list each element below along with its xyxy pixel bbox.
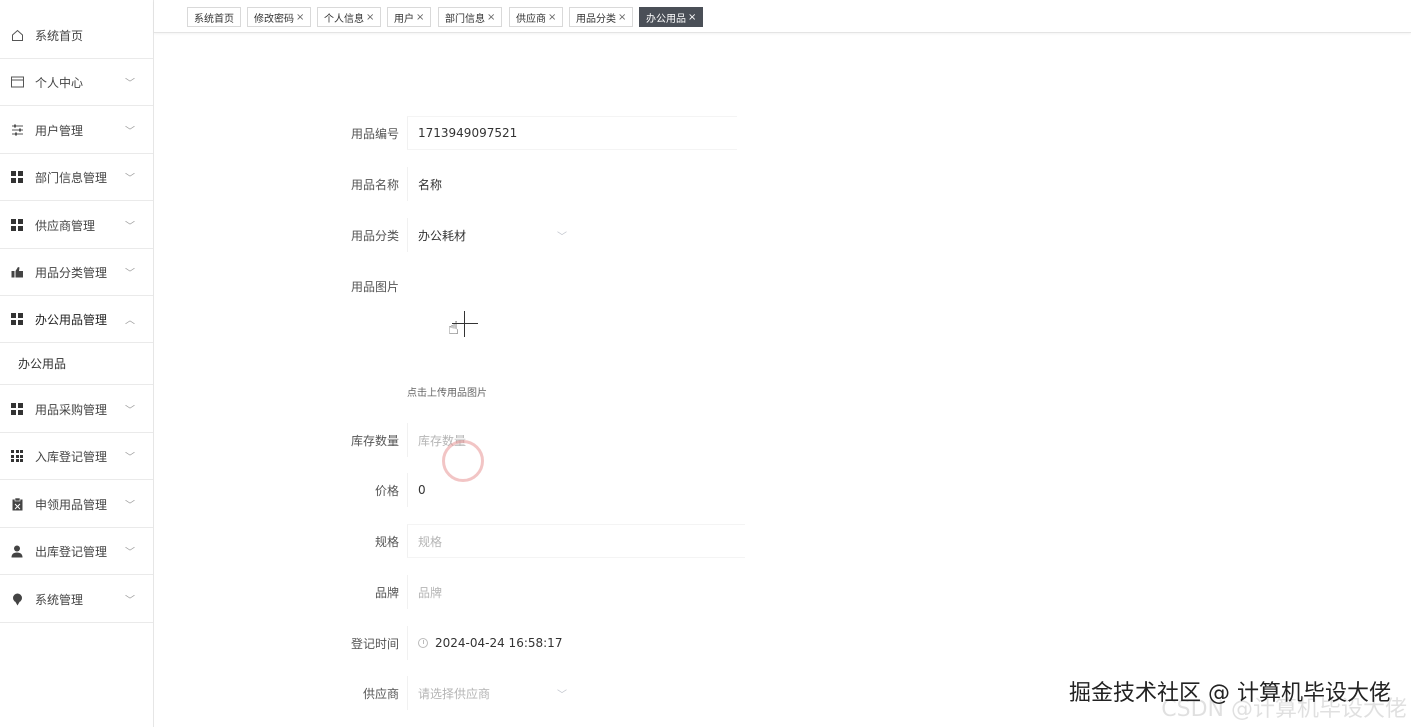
user-icon [10,544,24,558]
sidebar-item-label: 个人中心 [35,75,84,90]
sidebar-item-label: 用品分类管理 [35,265,108,280]
chevron-down-icon: ﹀ [125,268,135,280]
sliders-icon [10,123,24,137]
sidebar-item-inbound[interactable]: 入库登记管理 ﹀ [0,433,153,480]
tab-label: 个人信息 [324,13,364,25]
chevron-down-icon: ﹀ [125,173,135,185]
brand-input[interactable]: 品牌 [407,575,745,609]
tab-label: 部门信息 [445,13,485,25]
chevron-down-icon: ﹀ [557,231,567,243]
name-input[interactable]: 名称 [407,167,737,201]
field-label: 供应商 [362,686,399,701]
tab-change-password[interactable]: 修改密码 × [247,7,312,27]
clock-icon [418,638,428,648]
sidebar-item-label: 用品采购管理 [35,402,108,417]
chevron-down-icon: ﹀ [125,500,135,512]
tab-category[interactable]: 用品分类 × [569,7,634,27]
sidebar-item-label: 用户管理 [35,123,84,138]
close-icon[interactable]: × [296,12,304,23]
sidebar: 系统首页 个人中心 ﹀ 用户管理 ﹀ 部门信息管理 ﹀ 供应商管理 ﹀ 用品分类… [0,0,154,727]
close-icon[interactable]: × [366,12,374,23]
field-label: 价格 [374,483,399,498]
sidebar-item-category[interactable]: 用品分类管理 ﹀ [0,249,153,296]
chevron-down-icon: ﹀ [125,405,135,417]
category-select[interactable]: 办公耗材 ﹀ [407,218,567,252]
pin-icon [10,592,24,606]
tab-personal-info[interactable]: 个人信息 × [317,7,382,27]
tab-home[interactable]: 系统首页 [187,7,241,27]
tab-label: 系统首页 [194,13,234,25]
sidebar-item-user-management[interactable]: 用户管理 ﹀ [0,107,153,154]
tab-user[interactable]: 用户 × [387,7,432,27]
field-label: 用品图片 [350,279,399,294]
sidebar-item-label: 办公用品管理 [35,312,108,327]
tab-label: 用户 [394,13,414,25]
chevron-up-icon: ︿ [125,315,135,327]
chevron-down-icon: ﹀ [125,126,135,138]
field-label: 登记时间 [350,636,399,651]
home-icon [10,28,24,42]
grid-icon [10,312,24,326]
hand-cursor-icon: ☝ [448,318,459,339]
tab-bar: 系统首页 修改密码 × 个人信息 × 用户 × 部门信息 × 供应商 × 用品分类 × 办公… [154,0,1411,33]
thumb-icon [10,265,24,279]
tab-label: 供应商 [516,13,546,25]
sidebar-item-label: 申领用品管理 [35,497,108,512]
close-icon[interactable]: × [688,12,696,23]
sidebar-subitem-office-supplies[interactable]: 办公用品 [0,343,153,385]
sidebar-item-department[interactable]: 部门信息管理 ﹀ [0,154,153,201]
sidebar-item-label: 办公用品 [18,357,67,371]
code-input[interactable]: 1713949097521 [407,116,737,150]
stock-input[interactable]: 库存数量 [407,423,567,457]
sidebar-item-label: 系统首页 [35,28,84,43]
sidebar-item-label: 入库登记管理 [35,449,108,464]
close-icon[interactable]: × [548,12,556,23]
sidebar-item-label: 系统管理 [35,592,84,607]
chevron-down-icon: ﹀ [125,452,135,464]
sidebar-item-home[interactable]: 系统首页 [0,12,153,59]
tab-supplier[interactable]: 供应商 × [509,7,564,27]
grid-icon [10,218,24,232]
sidebar-item-label: 出库登记管理 [35,544,108,559]
sidebar-item-office-supplies-management[interactable]: 办公用品管理 ︿ [0,296,153,343]
sidebar-item-label: 部门信息管理 [35,170,108,185]
chevron-down-icon: ﹀ [125,78,135,90]
tab-office-supplies[interactable]: 办公用品 × [639,7,704,27]
chevron-down-icon: ﹀ [125,547,135,559]
close-icon[interactable]: × [618,12,626,23]
sidebar-item-requisition[interactable]: 申领用品管理 ﹀ [0,481,153,528]
supplier-select[interactable]: 请选择供应商 ﹀ [407,676,567,710]
grid-icon [10,170,24,184]
sidebar-item-purchase[interactable]: 用品采购管理 ﹀ [0,386,153,433]
close-icon[interactable]: × [416,12,424,23]
chevron-down-icon: ﹀ [557,689,567,701]
close-icon[interactable]: × [487,12,495,23]
calendar-icon [10,75,24,89]
sidebar-item-system[interactable]: 系统管理 ﹀ [0,576,153,623]
field-label: 用品名称 [350,177,399,192]
field-label: 规格 [374,534,399,549]
field-label: 品牌 [374,585,399,600]
price-input[interactable]: 0 [407,473,567,507]
sidebar-item-supplier[interactable]: 供应商管理 ﹀ [0,202,153,249]
tab-label: 修改密码 [254,13,294,25]
tab-label: 用品分类 [576,13,616,25]
chevron-down-icon: ﹀ [125,221,135,233]
tab-department[interactable]: 部门信息 × [438,7,503,27]
field-label: 用品分类 [350,228,399,243]
grid-icon [10,402,24,416]
spec-input[interactable]: 规格 [407,524,745,558]
upload-hint: 点击上传用品图片 [407,388,487,399]
tab-label: 办公用品 [646,13,686,25]
field-label: 库存数量 [350,433,399,448]
reg-time-picker[interactable]: 2024-04-24 16:58:17 [407,626,577,660]
watermark: 掘金技术社区 @ 计算机毕设大佬 [1069,681,1391,706]
sidebar-item-personal-center[interactable]: 个人中心 ﹀ [0,59,153,106]
sidebar-item-outbound[interactable]: 出库登记管理 ﹀ [0,528,153,575]
field-label: 用品编号 [350,126,399,141]
chevron-down-icon: ﹀ [125,595,135,607]
clipboard-icon [10,497,24,511]
apps-icon [10,449,24,463]
sidebar-item-label: 供应商管理 [35,218,96,233]
